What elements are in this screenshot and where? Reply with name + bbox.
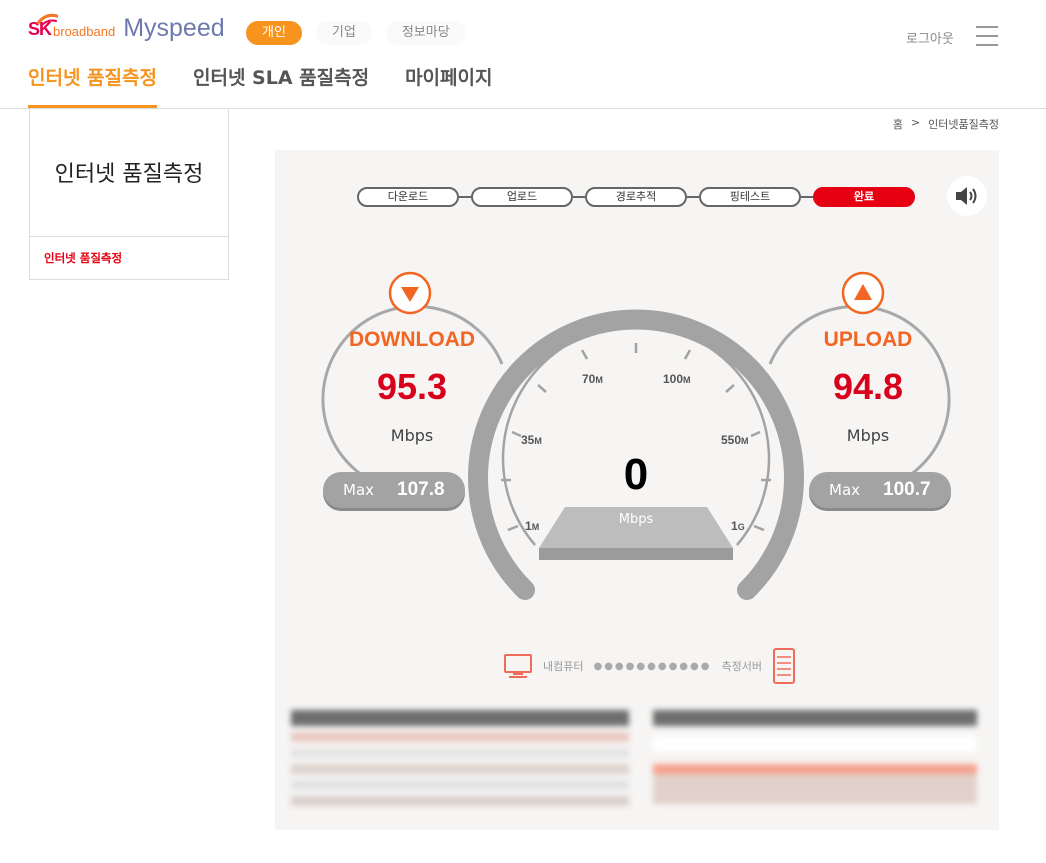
- current-speed-value: 0: [623, 450, 649, 499]
- logo-wing-icon: [36, 13, 58, 25]
- tick-label-550m: 550M: [721, 433, 749, 447]
- result-table-right: [653, 710, 977, 804]
- breadcrumb-home[interactable]: 홈: [893, 116, 903, 132]
- logo-myspeed: Myspeed: [123, 14, 225, 42]
- tick-label-1m: 1M: [525, 519, 540, 533]
- download-value: 95.3: [376, 366, 448, 407]
- download-arrow-icon: [388, 271, 432, 315]
- upload-label: UPLOAD: [823, 328, 913, 351]
- sidebar-item-internet-quality[interactable]: 인터넷 품질측정: [30, 237, 228, 279]
- breadcrumb: 홈 > 인터넷품질측정: [893, 116, 999, 132]
- tick-label-70m: 70M: [582, 372, 603, 386]
- tick-label-35m: 35M: [521, 433, 542, 447]
- download-max-label: Max: [343, 481, 375, 499]
- top-tabs: 개인 기업 정보마당: [246, 21, 466, 45]
- tab-business[interactable]: 기업: [315, 21, 372, 45]
- nav-internet-quality[interactable]: 인터넷 품질측정: [28, 64, 157, 108]
- server-icon: [772, 648, 795, 684]
- speedometer-base-shadow: [539, 548, 733, 560]
- tick-label-100m: 100M: [663, 372, 691, 386]
- tab-personal[interactable]: 개인: [246, 21, 302, 45]
- main-nav: 인터넷 품질측정 인터넷 SLA 품질측정 마이페이지: [28, 64, 492, 108]
- route-dots: ●●●●●●●●●●●: [593, 660, 712, 672]
- route-to-label: 측정서버: [721, 660, 762, 673]
- download-max-pill: Max 107.8: [323, 472, 465, 508]
- route-indicator: 내컴퓨터 ●●●●●●●●●●● 측정서버: [503, 648, 796, 684]
- tick-label-1g: 1G: [731, 519, 745, 533]
- upload-unit: Mbps: [846, 426, 890, 445]
- speed-test-panel: 다운로드 업로드 경로추적 핑테스트 완료 DOWNLOAD 95.3 Mbps…: [275, 150, 999, 830]
- logo-sk: SK: [28, 13, 58, 40]
- tab-info[interactable]: 정보마당: [385, 21, 466, 45]
- download-label: DOWNLOAD: [349, 328, 475, 351]
- hamburger-menu-icon[interactable]: [976, 26, 998, 46]
- route-from-label: 내컴퓨터: [543, 660, 584, 673]
- current-speed-unit: Mbps: [618, 512, 654, 527]
- download-max-value: 107.8: [397, 479, 445, 500]
- upload-max-label: Max: [829, 481, 861, 499]
- download-unit: Mbps: [390, 426, 434, 445]
- logout-link[interactable]: 로그아웃: [906, 28, 954, 47]
- result-table-left: [291, 710, 629, 806]
- breadcrumb-current: 인터넷품질측정: [928, 118, 999, 131]
- logo-broadband: broadband: [53, 24, 116, 39]
- nav-internet-sla[interactable]: 인터넷 SLA 품질측정: [193, 64, 369, 108]
- computer-icon: [504, 654, 532, 678]
- breadcrumb-separator: >: [910, 116, 921, 129]
- nav-mypage[interactable]: 마이페이지: [405, 64, 492, 108]
- upload-arrow-icon: [841, 271, 885, 315]
- upload-max-value: 100.7: [883, 479, 931, 500]
- sidebar-title: 인터넷 품질측정: [30, 108, 228, 237]
- upload-max-pill: Max 100.7: [809, 472, 951, 508]
- sidebar: 인터넷 품질측정 인터넷 품질측정: [29, 108, 229, 280]
- sk-broadband-logo[interactable]: SK broadband Myspeed: [28, 13, 225, 42]
- upload-value: 94.8: [832, 366, 904, 407]
